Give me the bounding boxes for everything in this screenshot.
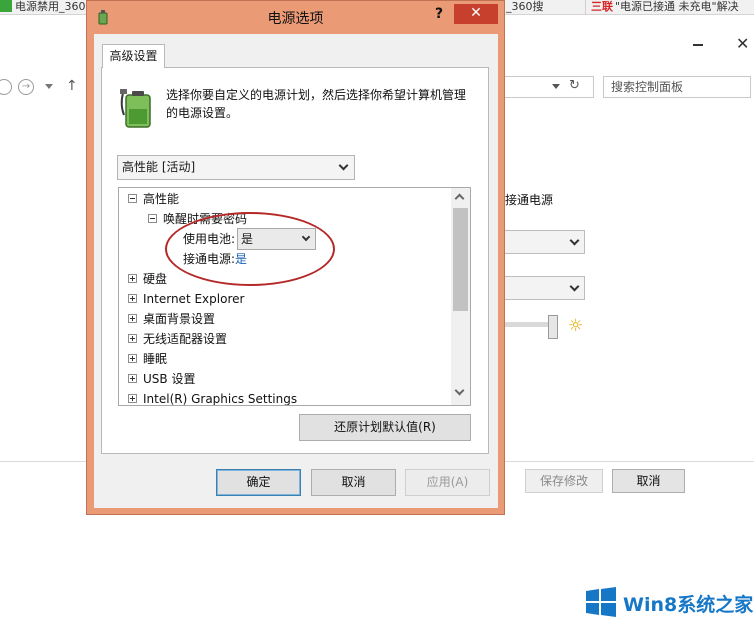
tree-item-usb-settings[interactable]: USB 设置 bbox=[128, 370, 195, 388]
dialog-description: 选择你要自定义的电源计划，然后选择你希望计算机管理的电源设置。 bbox=[166, 88, 467, 120]
scroll-down-icon[interactable] bbox=[454, 385, 465, 396]
expand-icon[interactable] bbox=[128, 274, 137, 283]
ok-button[interactable]: 确定 bbox=[216, 469, 301, 496]
annotation-highlight-ellipse bbox=[165, 212, 335, 286]
tab-advanced-settings[interactable]: 高级设置 bbox=[102, 44, 165, 68]
chevron-down-icon bbox=[338, 160, 349, 171]
browser-tab-2[interactable]: _360搜 bbox=[506, 0, 574, 15]
recent-pages-dropdown-icon[interactable] bbox=[45, 84, 53, 89]
chevron-down-icon bbox=[569, 235, 580, 246]
expand-icon[interactable] bbox=[128, 334, 137, 343]
help-button[interactable]: ? bbox=[435, 6, 443, 22]
sleep-timeout-select[interactable] bbox=[503, 276, 585, 300]
dialog-close-button[interactable]: ✕ bbox=[454, 4, 498, 24]
refresh-icon[interactable]: ↻ bbox=[569, 78, 580, 93]
expand-icon[interactable] bbox=[128, 294, 137, 303]
tree-item-sleep[interactable]: 睡眠 bbox=[128, 350, 167, 368]
watermark-text: Win8系统之家 bbox=[623, 594, 754, 616]
tree-item-internet-explorer[interactable]: Internet Explorer bbox=[128, 290, 244, 308]
tree-scrollbar[interactable] bbox=[451, 188, 470, 405]
tree-item-desktop-background[interactable]: 桌面背景设置 bbox=[128, 310, 215, 328]
tree-item-high-performance[interactable]: 高性能 bbox=[128, 190, 179, 208]
address-bar[interactable] bbox=[502, 76, 594, 98]
tree-item-intel-graphics[interactable]: Intel(R) Graphics Settings bbox=[128, 390, 297, 405]
brightness-sun-icon: ☼ bbox=[568, 316, 584, 336]
tree-item-hard-disk[interactable]: 硬盘 bbox=[128, 270, 167, 288]
address-dropdown-icon[interactable] bbox=[552, 84, 560, 89]
site-favicon-icon bbox=[0, 0, 12, 12]
browser-tab-3[interactable]: 三联 "电源已接通 未充电"解决 bbox=[585, 0, 754, 15]
brightness-slider-thumb[interactable] bbox=[548, 315, 558, 339]
cancel-button[interactable]: 取消 bbox=[311, 469, 396, 496]
scrollbar-thumb[interactable] bbox=[453, 208, 468, 311]
chevron-down-icon bbox=[569, 281, 580, 292]
close-icon[interactable]: ✕ bbox=[736, 34, 749, 53]
windows-logo-icon bbox=[586, 587, 616, 617]
save-changes-button[interactable]: 保存修改 bbox=[525, 469, 603, 493]
search-control-panel-input[interactable]: 搜索控制面板 bbox=[603, 76, 751, 98]
collapse-icon[interactable] bbox=[128, 194, 137, 203]
minimize-icon[interactable] bbox=[693, 44, 703, 46]
scroll-up-icon[interactable] bbox=[454, 193, 465, 204]
plugged-in-column-label: 接通电源 bbox=[505, 193, 554, 207]
collapse-icon[interactable] bbox=[148, 214, 157, 223]
power-plan-select[interactable]: 高性能 [活动] bbox=[117, 155, 355, 180]
forward-button[interactable]: → bbox=[18, 79, 34, 95]
expand-icon[interactable] bbox=[128, 394, 137, 403]
expand-icon[interactable] bbox=[128, 374, 137, 383]
background-cancel-button[interactable]: 取消 bbox=[612, 469, 685, 493]
tree-item-wireless-adapter[interactable]: 无线适配器设置 bbox=[128, 330, 227, 348]
display-timeout-select[interactable] bbox=[503, 230, 585, 254]
expand-icon[interactable] bbox=[128, 314, 137, 323]
expand-icon[interactable] bbox=[128, 354, 137, 363]
apply-button[interactable]: 应用(A) bbox=[405, 469, 490, 496]
browser-tab-1[interactable]: 电源禁用_360 bbox=[0, 0, 88, 15]
restore-defaults-button[interactable]: 还原计划默认值(R) bbox=[299, 414, 471, 441]
up-arrow-icon[interactable]: ↑ bbox=[66, 78, 78, 94]
battery-plan-icon bbox=[120, 89, 151, 128]
